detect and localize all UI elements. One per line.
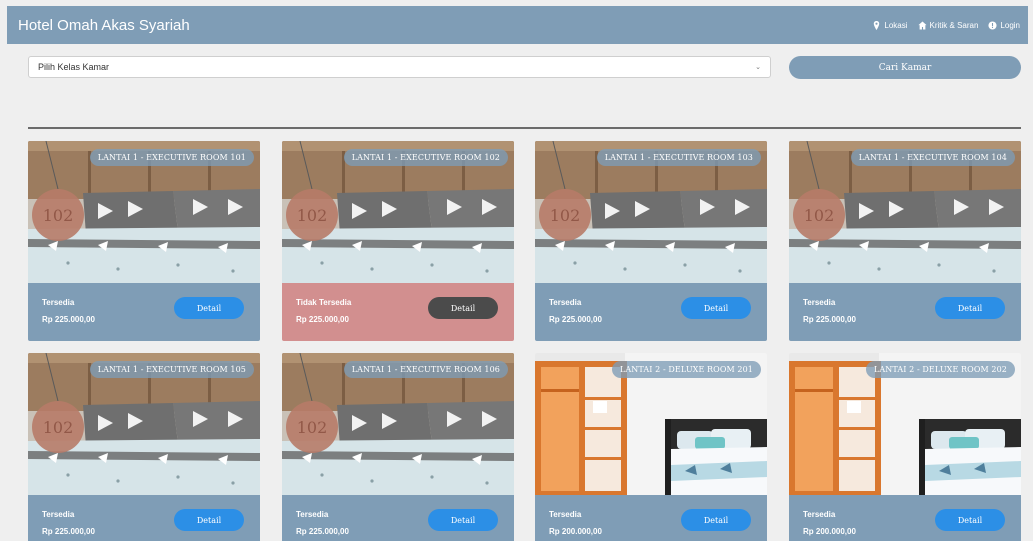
detail-button[interactable]: Detail bbox=[174, 297, 244, 319]
svg-text:102: 102 bbox=[297, 206, 328, 225]
room-status: Tersedia bbox=[549, 298, 582, 307]
room-title: LANTAI 1 - EXECUTIVE ROOM 103 bbox=[596, 149, 761, 166]
room-photo: 102 LANTAI 1 - EXECUTIVE ROOM 106 bbox=[282, 353, 514, 495]
nav-link-lokasi[interactable]: Lokasi bbox=[872, 20, 908, 30]
chevron-down-icon: ⌄ bbox=[755, 64, 761, 71]
room-card[interactable]: 102 LANTAI 1 - EXECUTIVE ROOM 104 Tersed… bbox=[789, 141, 1021, 341]
room-status: Tidak Tersedia bbox=[296, 298, 352, 307]
room-photo: 102 LANTAI 1 - EXECUTIVE ROOM 102 bbox=[282, 141, 514, 283]
room-photo: 102 LANTAI 1 - EXECUTIVE ROOM 101 bbox=[28, 141, 260, 283]
detail-button[interactable]: Detail bbox=[428, 297, 498, 319]
room-price: Rp 225.000,00 bbox=[42, 527, 95, 536]
room-price: Rp 225.000,00 bbox=[296, 527, 349, 536]
search-room-button[interactable]: Cari Kamar bbox=[789, 56, 1021, 79]
brand-title[interactable]: Hotel Omah Akas Syariah bbox=[18, 17, 190, 34]
room-status: Tersedia bbox=[549, 510, 582, 519]
sign-in-icon bbox=[988, 20, 997, 30]
room-title: LANTAI 1 - EXECUTIVE ROOM 101 bbox=[89, 149, 254, 166]
room-price: Rp 225.000,00 bbox=[549, 315, 602, 324]
room-card[interactable]: 102 LANTAI 1 - EXECUTIVE ROOM 102 Tidak … bbox=[282, 141, 514, 341]
navbar: Hotel Omah Akas Syariah Lokasi Kritik & … bbox=[7, 6, 1028, 44]
room-status: Tersedia bbox=[42, 510, 75, 519]
room-card-footer: Tersedia Rp 225.000,00 Detail bbox=[28, 283, 260, 341]
room-card-footer: Tersedia Rp 225.000,00 Detail bbox=[789, 283, 1021, 341]
room-title: LANTAI 1 - EXECUTIVE ROOM 104 bbox=[850, 149, 1015, 166]
room-card-footer: Tersedia Rp 225.000,00 Detail bbox=[28, 495, 260, 541]
room-title: LANTAI 1 - EXECUTIVE ROOM 106 bbox=[343, 361, 508, 378]
room-title: LANTAI 1 - EXECUTIVE ROOM 102 bbox=[343, 149, 508, 166]
room-price: Rp 225.000,00 bbox=[803, 315, 856, 324]
nav-link-label: Login bbox=[1000, 20, 1020, 30]
room-status: Tersedia bbox=[803, 510, 836, 519]
detail-button[interactable]: Detail bbox=[428, 509, 498, 531]
room-photo: 102 LANTAI 1 - EXECUTIVE ROOM 105 bbox=[28, 353, 260, 495]
detail-button[interactable]: Detail bbox=[681, 297, 751, 319]
room-card-footer: Tersedia Rp 200.000,00 Detail bbox=[535, 495, 767, 541]
room-status: Tersedia bbox=[296, 510, 329, 519]
room-price: Rp 225.000,00 bbox=[296, 315, 349, 324]
svg-text:102: 102 bbox=[43, 418, 74, 437]
detail-button[interactable]: Detail bbox=[174, 509, 244, 531]
room-price: Rp 200.000,00 bbox=[549, 527, 602, 536]
room-status: Tersedia bbox=[803, 298, 836, 307]
room-card-footer: Tersedia Rp 200.000,00 Detail bbox=[789, 495, 1021, 541]
room-card[interactable]: 102 LANTAI 1 - EXECUTIVE ROOM 106 Tersed… bbox=[282, 353, 514, 541]
detail-button[interactable]: Detail bbox=[681, 509, 751, 531]
room-photo: LANTAI 2 - DELUXE ROOM 202 bbox=[789, 353, 1021, 495]
room-class-select[interactable]: Pilih Kelas Kamar ⌄ bbox=[28, 56, 771, 78]
nav-link-login[interactable]: Login bbox=[988, 21, 1020, 30]
nav-link-kritik-saran[interactable]: Kritik & Saran bbox=[917, 20, 979, 30]
search-row: Pilih Kelas Kamar ⌄ Cari Kamar bbox=[28, 56, 1021, 80]
room-title: LANTAI 1 - EXECUTIVE ROOM 105 bbox=[89, 361, 254, 378]
nav-link-label: Kritik & Saran bbox=[929, 20, 979, 30]
room-card[interactable]: 102 LANTAI 1 - EXECUTIVE ROOM 105 Tersed… bbox=[28, 353, 260, 541]
svg-text:102: 102 bbox=[297, 418, 328, 437]
divider bbox=[28, 127, 1021, 129]
svg-text:102: 102 bbox=[804, 206, 835, 225]
room-card[interactable]: LANTAI 2 - DELUXE ROOM 201 Tersedia Rp 2… bbox=[535, 353, 767, 541]
svg-text:102: 102 bbox=[43, 206, 74, 225]
select-value: Pilih Kelas Kamar bbox=[38, 62, 110, 72]
room-price: Rp 225.000,00 bbox=[42, 315, 95, 324]
room-card[interactable]: 102 LANTAI 1 - EXECUTIVE ROOM 103 Tersed… bbox=[535, 141, 767, 341]
nav-links: Lokasi Kritik & Saran Login bbox=[872, 20, 1020, 30]
room-title: LANTAI 2 - DELUXE ROOM 202 bbox=[865, 361, 1015, 378]
svg-text:102: 102 bbox=[550, 206, 581, 225]
home-icon bbox=[917, 20, 927, 30]
nav-link-label: Lokasi bbox=[884, 20, 908, 30]
room-price: Rp 200.000,00 bbox=[803, 527, 856, 536]
room-card-footer: Tersedia Rp 225.000,00 Detail bbox=[282, 495, 514, 541]
room-card-footer: Tersedia Rp 225.000,00 Detail bbox=[535, 283, 767, 341]
map-pin-icon bbox=[874, 20, 880, 30]
room-status: Tersedia bbox=[42, 298, 75, 307]
room-photo: 102 LANTAI 1 - EXECUTIVE ROOM 103 bbox=[535, 141, 767, 283]
detail-button[interactable]: Detail bbox=[935, 297, 1005, 319]
room-card[interactable]: 102 LANTAI 1 - EXECUTIVE ROOM 101 Tersed… bbox=[28, 141, 260, 341]
room-card-footer: Tidak Tersedia Rp 225.000,00 Detail bbox=[282, 283, 514, 341]
detail-button[interactable]: Detail bbox=[935, 509, 1005, 531]
room-photo: LANTAI 2 - DELUXE ROOM 201 bbox=[535, 353, 767, 495]
room-card[interactable]: LANTAI 2 - DELUXE ROOM 202 Tersedia Rp 2… bbox=[789, 353, 1021, 541]
room-title: LANTAI 2 - DELUXE ROOM 201 bbox=[611, 361, 761, 378]
room-photo: 102 LANTAI 1 - EXECUTIVE ROOM 104 bbox=[789, 141, 1021, 283]
